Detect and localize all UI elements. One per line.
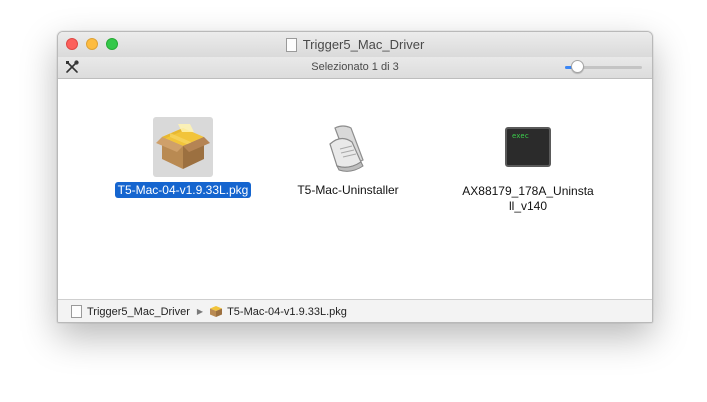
file-browser-area[interactable]: T5-Mac-04-v1.9.33L.pkg T5-Mac-Uninstalle… — [58, 79, 652, 299]
title-bar[interactable]: Trigger5_Mac_Driver — [58, 32, 652, 58]
folder-icon — [71, 305, 82, 318]
file-item-uninstaller[interactable]: T5-Mac-Uninstaller — [263, 87, 433, 212]
file-name: AX88179_178A_Uninstall_v140 — [462, 184, 594, 213]
file-item-pkg[interactable]: T5-Mac-04-v1.9.33L.pkg — [98, 87, 268, 212]
exec-icon: exec — [498, 117, 558, 177]
path-separator-icon: ▶ — [196, 307, 204, 316]
window-title: Trigger5_Mac_Driver — [302, 37, 425, 52]
terminal-window-icon: exec — [505, 127, 551, 167]
file-name: T5-Mac-04-v1.9.33L.pkg — [98, 182, 268, 198]
path-file[interactable]: T5-Mac-04-v1.9.33L.pkg — [227, 306, 347, 318]
package-icon — [210, 306, 223, 317]
finder-window: Trigger5_Mac_Driver Selezionato 1 di 3 T… — [57, 31, 653, 323]
slider-thumb[interactable] — [571, 60, 584, 73]
package-icon — [153, 117, 213, 177]
file-item-exec[interactable]: exec AX88179_178A_Uninstall_v140 — [443, 87, 613, 213]
path-bar: Trigger5_Mac_Driver ▶ T5-Mac-04-v1.9.33L… — [58, 299, 652, 322]
file-name: T5-Mac-Uninstaller — [297, 183, 399, 197]
script-icon — [318, 117, 378, 177]
path-folder[interactable]: Trigger5_Mac_Driver — [87, 306, 190, 318]
folder-doc-icon — [285, 37, 297, 52]
window-title-area: Trigger5_Mac_Driver — [58, 32, 652, 57]
exec-label: exec — [512, 132, 529, 140]
selection-status: Selezionato 1 di 3 — [311, 61, 399, 73]
status-toolbar: Selezionato 1 di 3 — [58, 57, 652, 79]
